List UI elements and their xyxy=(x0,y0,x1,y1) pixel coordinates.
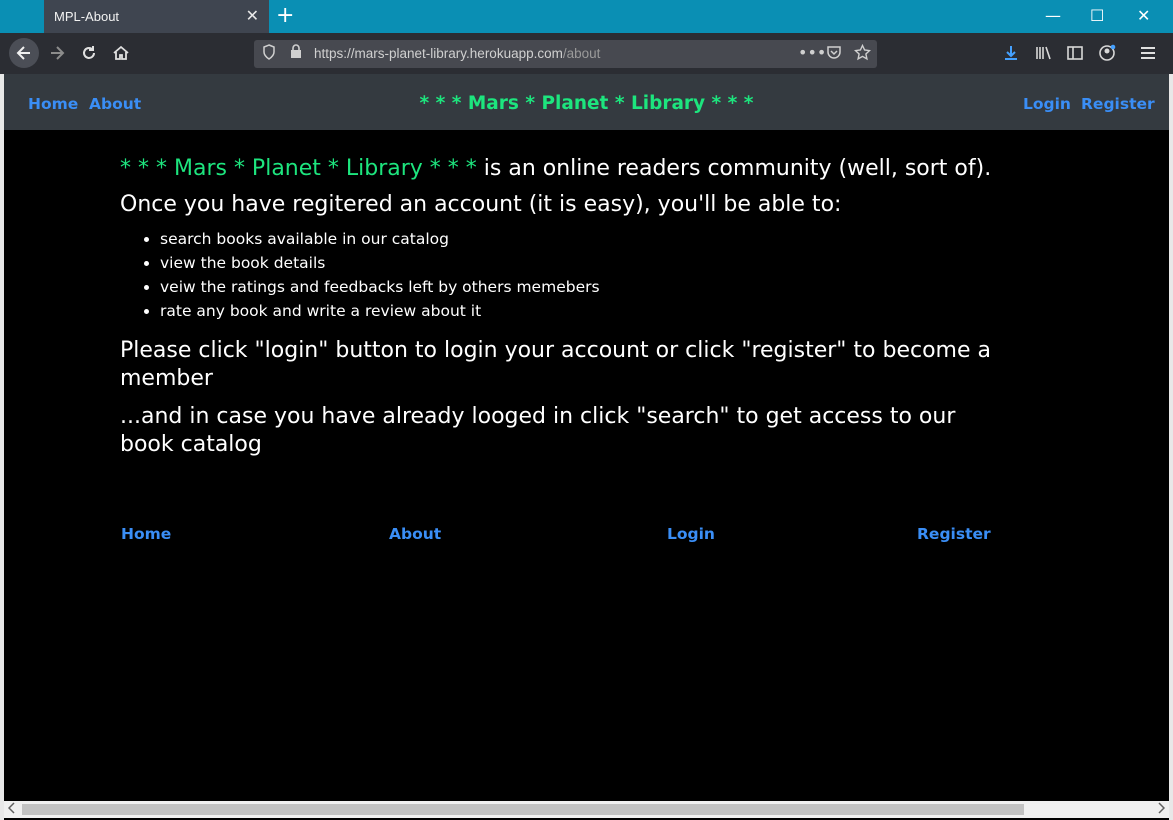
more-actions-icon[interactable]: ••• xyxy=(798,43,826,62)
horizontal-scrollbar[interactable] xyxy=(4,801,1169,818)
home-button[interactable] xyxy=(107,39,135,67)
intro-text: * * * Mars * Planet * Library * * * is a… xyxy=(120,153,1000,185)
hamburger-menu-icon xyxy=(1141,47,1155,59)
url-bar[interactable]: https://mars-planet-library.herokuapp.co… xyxy=(254,40,877,68)
list-item: veiw the ratings and feedbacks left by o… xyxy=(160,275,1000,299)
downloads-button[interactable] xyxy=(997,39,1025,67)
tab-title: MPL-About xyxy=(54,9,120,24)
nav-login-link[interactable]: Login xyxy=(1023,95,1071,113)
scroll-left-icon[interactable] xyxy=(7,802,16,817)
browser-tab[interactable]: MPL-About ✕ xyxy=(44,0,269,33)
close-window-button[interactable]: ✕ xyxy=(1137,6,1150,25)
lock-icon[interactable] xyxy=(290,44,302,63)
brand-inline: * * * Mars * Planet * Library * * * xyxy=(120,156,477,181)
scroll-right-icon[interactable] xyxy=(1157,802,1166,817)
forward-button[interactable] xyxy=(43,39,71,67)
login-instruction: Please click "login" button to login you… xyxy=(120,338,991,391)
window-border-left xyxy=(0,33,4,820)
url-path: /about xyxy=(562,46,601,61)
footer-login-link[interactable]: Login xyxy=(667,525,715,543)
nav-about-link[interactable]: About xyxy=(89,95,141,113)
about-content: * * * Mars * Planet * Library * * * is a… xyxy=(120,153,1000,459)
new-tab-button[interactable]: + xyxy=(276,3,294,28)
forward-arrow-icon xyxy=(51,46,65,60)
title-bar: MPL-About ✕ + — ☐ ✕ xyxy=(0,0,1173,33)
scrollbar-thumb[interactable] xyxy=(22,804,1024,815)
list-item: view the book details xyxy=(160,251,1000,275)
nav-home-link[interactable]: Home xyxy=(28,95,78,113)
list-item: search books available in our catalog xyxy=(160,227,1000,251)
pocket-icon[interactable] xyxy=(826,44,842,64)
features-list: search books available in our catalog vi… xyxy=(120,227,1000,323)
sidebar-button[interactable] xyxy=(1061,39,1089,67)
reload-icon xyxy=(83,46,95,59)
home-icon xyxy=(113,45,129,60)
url-host: https://mars-planet-library.herokuapp.co… xyxy=(314,46,563,61)
window-border-right xyxy=(1169,74,1173,820)
site-navbar: * * * Mars * Planet * Library * * * Home… xyxy=(4,74,1169,130)
reload-button[interactable] xyxy=(75,39,103,67)
site-brand[interactable]: * * * Mars * Planet * Library * * * xyxy=(4,93,1169,114)
back-button[interactable] xyxy=(9,38,39,68)
features-intro: Once you have regitered an account (it i… xyxy=(120,192,842,217)
maximize-button[interactable]: ☐ xyxy=(1090,6,1104,25)
browser-toolbar: https://mars-planet-library.herokuapp.co… xyxy=(0,33,1173,74)
footer-about-link[interactable]: About xyxy=(389,525,441,543)
footer-home-link[interactable]: Home xyxy=(121,525,171,543)
back-arrow-icon xyxy=(16,46,30,60)
shield-icon[interactable] xyxy=(262,44,276,64)
url-text: https://mars-planet-library.herokuapp.co… xyxy=(314,46,600,61)
search-instruction: ...and in case you have already looged i… xyxy=(120,404,956,457)
download-icon xyxy=(1005,46,1017,60)
account-button[interactable] xyxy=(1093,39,1121,67)
library-icon xyxy=(1036,46,1051,60)
minimize-button[interactable]: — xyxy=(1045,6,1061,25)
footer-register-link[interactable]: Register xyxy=(917,525,991,543)
list-item: rate any book and write a review about i… xyxy=(160,299,1000,323)
sidebar-icon xyxy=(1067,46,1083,60)
nav-register-link[interactable]: Register xyxy=(1081,95,1155,113)
intro-rest: is an online readers community (well, so… xyxy=(476,156,992,181)
account-icon xyxy=(1099,44,1116,61)
library-button[interactable] xyxy=(1029,39,1057,67)
bookmark-star-icon[interactable] xyxy=(853,43,872,65)
tab-close-icon[interactable]: ✕ xyxy=(246,6,259,26)
menu-button[interactable] xyxy=(1134,39,1162,67)
